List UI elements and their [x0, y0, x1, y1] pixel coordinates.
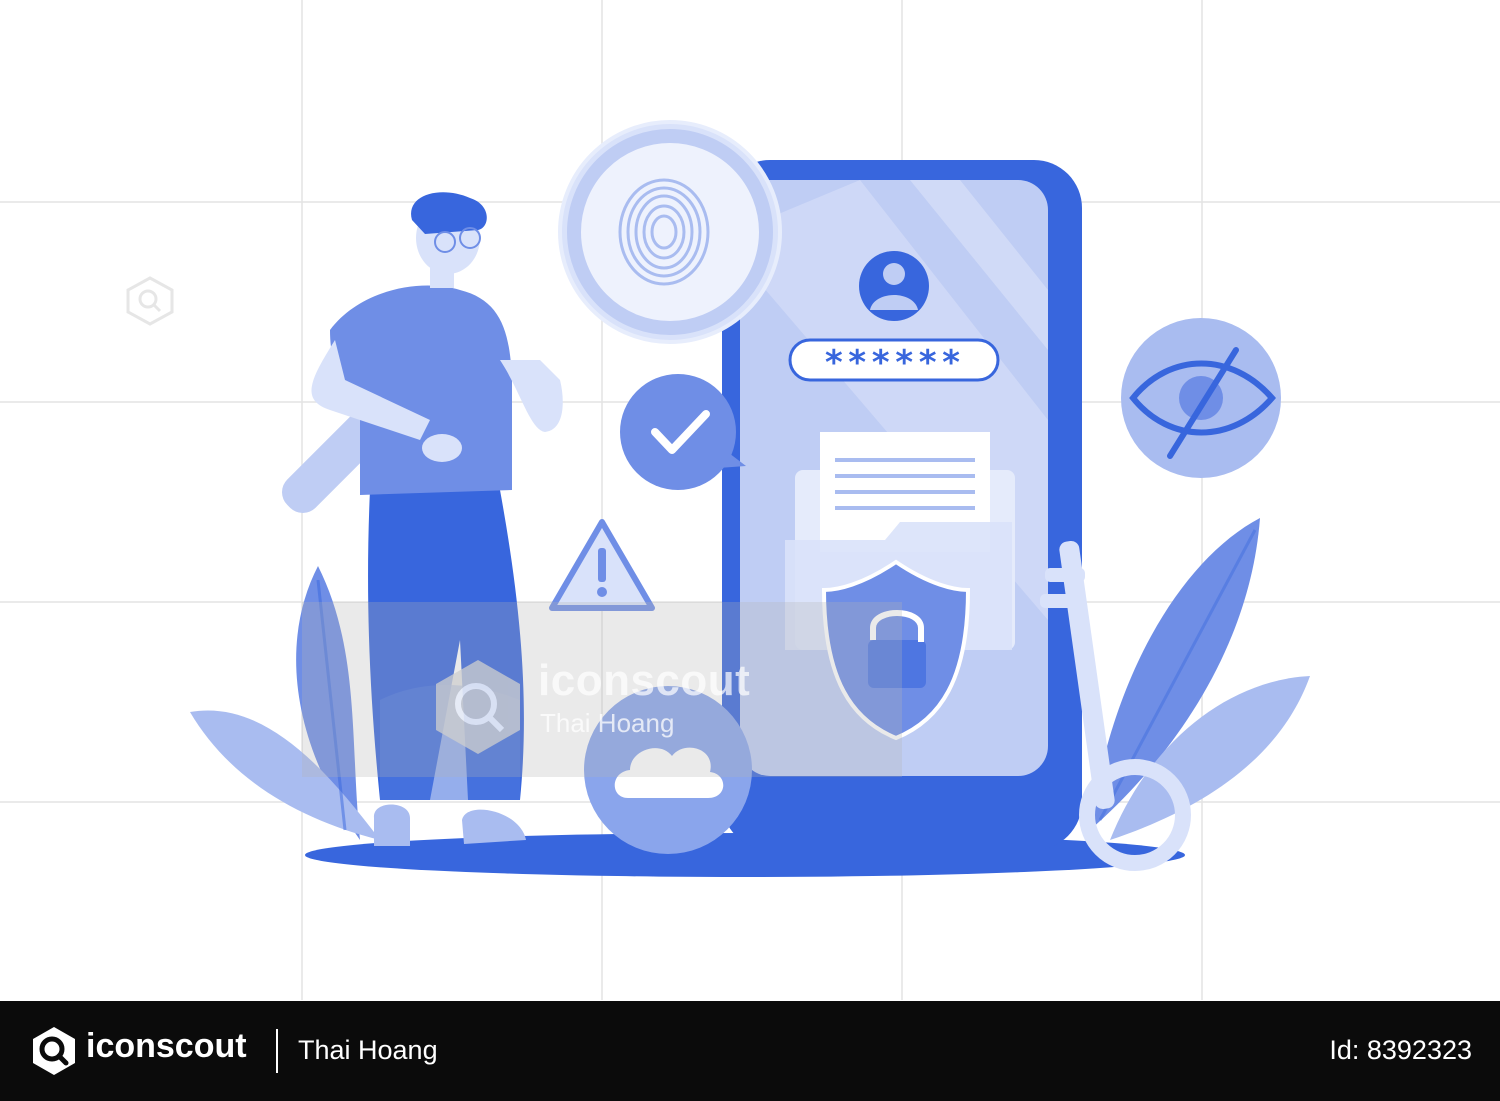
footer-author-link[interactable]: Thai Hoang: [298, 1035, 438, 1066]
warning-triangle-icon: [549, 519, 655, 611]
footer-divider: [276, 1029, 278, 1073]
password-mask-text: ******: [824, 343, 965, 383]
user-avatar-icon: [859, 251, 929, 321]
footer-brand-text[interactable]: iconscout: [86, 1027, 247, 1066]
watermark-brand-text: iconscout: [538, 656, 751, 705]
illustration: ****** iconscout Thai Hoang: [0, 0, 1500, 1000]
watermark-author-text: Thai Hoang: [540, 708, 675, 738]
footer-bar: iconscout Thai Hoang Id: 8392323: [0, 1001, 1500, 1101]
right-plant: [1090, 518, 1310, 840]
iconscout-logo-icon[interactable]: [28, 1025, 80, 1077]
watermark-badge-icon: [126, 276, 174, 326]
footer-asset-id: Id: 8392323: [1329, 1035, 1472, 1065]
eye-hidden-icon: [1121, 318, 1281, 478]
